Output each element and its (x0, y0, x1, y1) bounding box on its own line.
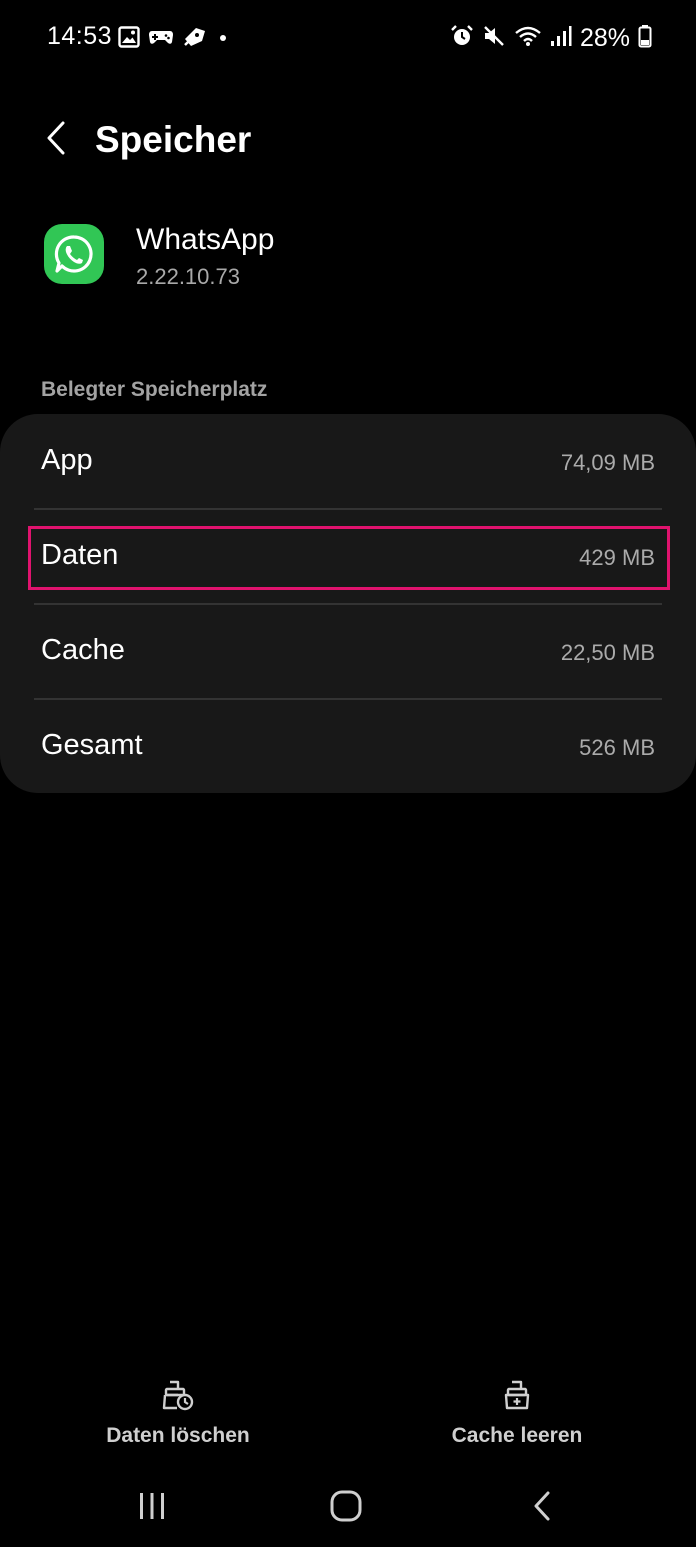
clear-cache-button[interactable]: Cache leeren (440, 1378, 594, 1458)
storage-row-value: 74,09 MB (560, 450, 655, 475)
storage-row-app: App 74,09 MB (0, 414, 696, 508)
clear-data-icon (160, 1378, 196, 1414)
signal-icon (550, 24, 572, 53)
mute-icon (482, 24, 506, 53)
status-system-icons: 28% (450, 22, 652, 54)
dot-icon (216, 26, 230, 53)
storage-row-value: 429 MB (579, 545, 655, 570)
page-title: Speicher (95, 119, 252, 160)
clear-cache-icon (499, 1378, 535, 1414)
storage-row-cache: Cache 22,50 MB (0, 604, 696, 698)
clear-cache-label: Cache leeren (451, 1424, 583, 1447)
wifi-icon (514, 24, 542, 53)
back-button[interactable] (28, 112, 84, 168)
storage-row-value: 526 MB (579, 735, 655, 760)
app-name: WhatsApp (136, 223, 275, 256)
app-version: 2.22.10.73 (136, 264, 240, 289)
alarm-icon (450, 24, 474, 53)
storage-card: App 74,09 MB Daten 429 MB Cache 22,50 MB… (0, 414, 696, 793)
storage-row-label: Gesamt (41, 729, 143, 761)
storage-row-label: App (41, 444, 93, 476)
back-icon (531, 1490, 553, 1527)
navigation-bar (0, 1470, 696, 1547)
storage-row-label: Daten (41, 539, 119, 571)
game-controller-icon (148, 26, 174, 53)
battery-icon (638, 24, 652, 53)
battery-percentage: 28% (579, 23, 630, 52)
status-time: 14:53 (47, 22, 113, 50)
game-tools-icon (182, 25, 208, 54)
storage-row-value: 22,50 MB (560, 640, 655, 665)
home-icon (329, 1489, 363, 1528)
storage-row-label: Cache (41, 634, 125, 666)
storage-row-data: Daten 429 MB (0, 509, 696, 603)
chevron-left-icon (45, 120, 67, 161)
status-notification-icons (118, 25, 230, 54)
whatsapp-icon (44, 224, 104, 284)
status-bar: 14:53 28% (0, 0, 696, 78)
nav-back-button[interactable] (512, 1486, 572, 1530)
home-button[interactable] (316, 1486, 376, 1530)
recents-button[interactable] (122, 1486, 182, 1530)
section-label-storage-used: Belegter Speicherplatz (41, 378, 268, 401)
clear-data-label: Daten löschen (106, 1424, 250, 1447)
storage-row-total: Gesamt 526 MB (0, 699, 696, 793)
recents-icon (137, 1491, 167, 1526)
gallery-icon (118, 25, 140, 53)
clear-data-button[interactable]: Daten löschen (95, 1378, 261, 1458)
